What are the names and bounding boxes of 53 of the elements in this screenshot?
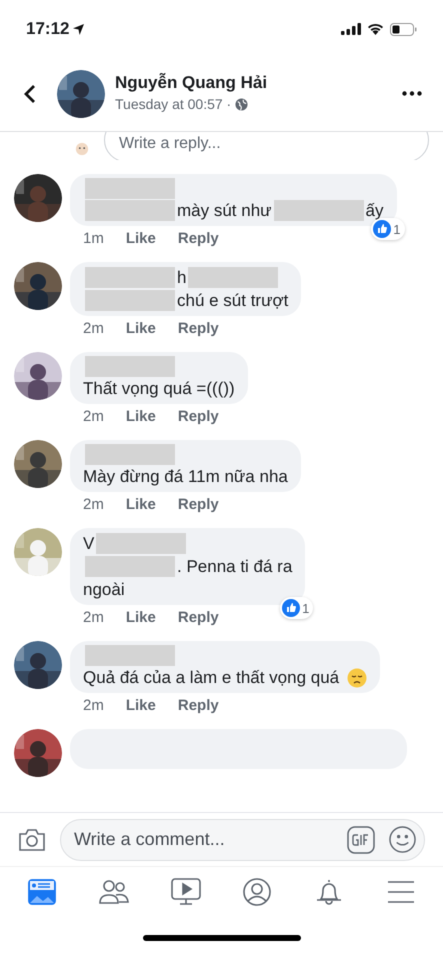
reaction-count[interactable]: 1 [280, 597, 314, 619]
post-time: Tuesday at 00:57 · [115, 95, 232, 114]
comment-text: V [83, 533, 94, 555]
comment-text: Quả đá của a làm e thất vọng quá [83, 667, 340, 689]
reply-link[interactable]: Reply [178, 230, 219, 248]
sad-face-icon [347, 668, 368, 688]
reply-link[interactable]: Reply [178, 496, 219, 514]
comment-text: ngoài [83, 579, 125, 601]
thumbs-up-icon [373, 220, 392, 238]
comment-time: 2m [83, 609, 104, 627]
like-link[interactable]: Like [126, 320, 156, 338]
reply-link[interactable]: Reply [178, 609, 219, 627]
profile-icon[interactable] [243, 878, 272, 906]
reply-link[interactable]: Reply [178, 408, 219, 426]
comment-text: mày sút như [177, 200, 272, 222]
like-link[interactable]: Like [126, 697, 156, 715]
page-name[interactable]: Nguyễn Quang Hải [115, 72, 399, 94]
comment-time: 2m [83, 408, 104, 426]
more-icon [402, 91, 422, 96]
avatar-icon [74, 142, 90, 156]
comment-time: 2m [83, 697, 104, 715]
menu-icon[interactable] [387, 880, 416, 904]
clock-time: 17:12 [26, 18, 70, 40]
like-link[interactable]: Like [126, 609, 156, 627]
reaction-count[interactable]: 1 [371, 218, 404, 240]
gif-icon[interactable] [347, 826, 375, 854]
location-arrow-icon [73, 24, 84, 34]
bell-icon[interactable] [316, 878, 342, 906]
comment-time: 2m [83, 320, 104, 338]
video-icon[interactable] [170, 878, 201, 906]
comment-field[interactable]: Write a comment... [60, 818, 425, 860]
news-feed-icon[interactable] [28, 878, 56, 906]
friends-icon[interactable] [98, 878, 129, 904]
comment-text: chú e sút trượt [177, 290, 288, 312]
like-link[interactable]: Like [126, 230, 156, 248]
signal-icon [341, 23, 361, 35]
like-link[interactable]: Like [126, 496, 156, 514]
globe-icon [235, 98, 248, 111]
comment-text: h [177, 267, 186, 289]
battery-icon [390, 22, 417, 36]
reply-link[interactable]: Reply [178, 697, 219, 715]
camera-icon[interactable] [18, 828, 46, 852]
emoji-icon[interactable] [389, 826, 416, 853]
comment-text: Mày đừng đá 11m nữa nha [83, 466, 288, 488]
comment-time: 1m [83, 230, 104, 248]
wifi-icon [367, 23, 384, 35]
reply-link[interactable]: Reply [178, 320, 219, 338]
comment-text: . Penna ti đá ra [177, 556, 292, 578]
reply-field[interactable]: Write a reply... [104, 132, 429, 160]
thumbs-up-icon [282, 599, 300, 617]
comment-text: Thất vọng quá =((()) [83, 378, 235, 400]
comment-time: 2m [83, 496, 104, 514]
like-link[interactable]: Like [126, 408, 156, 426]
